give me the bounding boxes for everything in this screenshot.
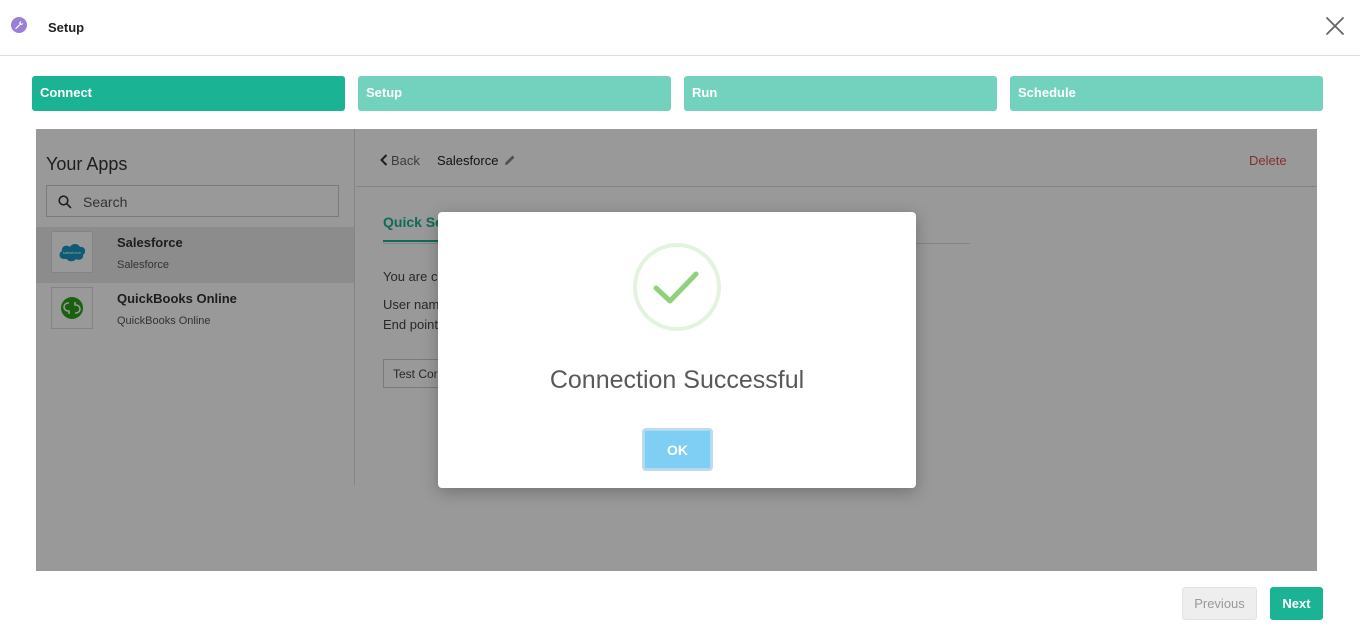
previous-button[interactable]: Previous — [1182, 587, 1257, 620]
header-bar: Setup — [0, 0, 1360, 56]
step-run[interactable]: Run — [684, 76, 997, 111]
success-dialog: Connection Successful OK — [438, 212, 916, 488]
step-connect[interactable]: Connect — [32, 76, 345, 111]
close-icon[interactable] — [1322, 13, 1348, 39]
wrench-icon — [11, 17, 27, 33]
page-title: Setup — [48, 20, 85, 35]
wizard-steps: Connect Setup Run Schedule — [32, 76, 1323, 111]
ok-button[interactable]: OK — [642, 428, 713, 471]
step-setup[interactable]: Setup — [358, 76, 671, 111]
dialog-title: Connection Successful — [549, 366, 805, 394]
step-schedule[interactable]: Schedule — [1010, 76, 1323, 111]
next-button[interactable]: Next — [1270, 587, 1323, 620]
success-ring — [633, 243, 721, 331]
checkmark-icon — [653, 271, 699, 304]
